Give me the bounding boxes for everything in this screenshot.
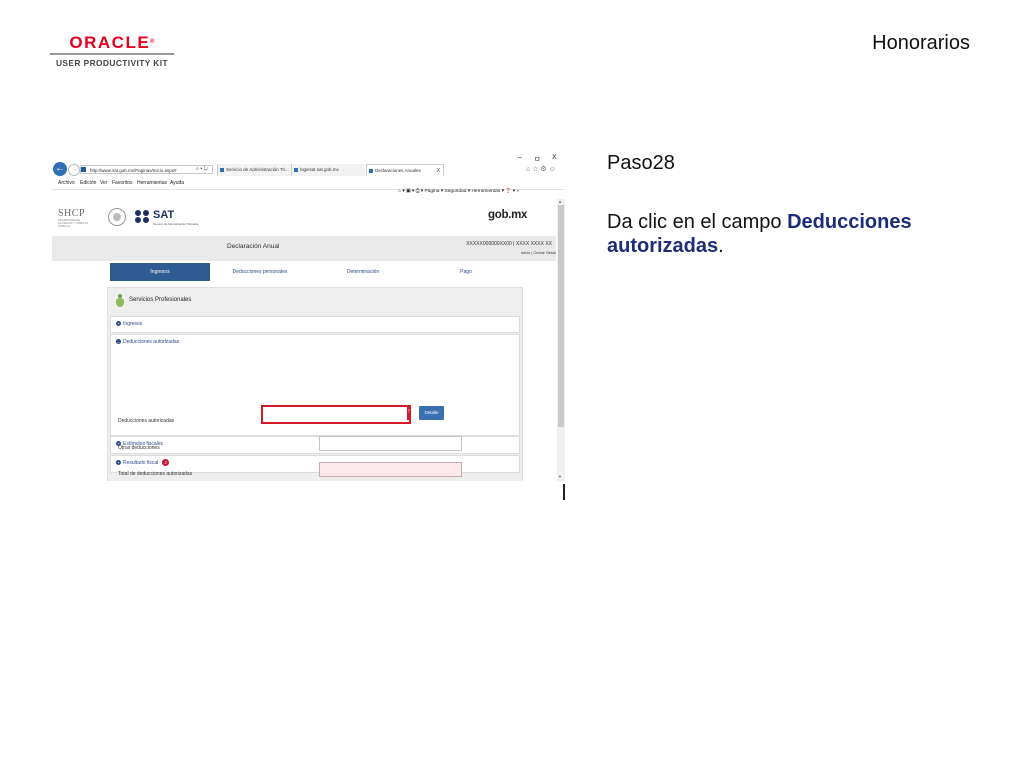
back-arrow-icon[interactable]: ← [53, 162, 67, 176]
scrollbar-thumb[interactable] [558, 205, 564, 427]
deducciones-autorizadas-input[interactable] [261, 405, 411, 424]
close-window-icon[interactable]: X [552, 154, 557, 161]
tab-declaraciones[interactable]: Declaraciones Anuales X [366, 164, 444, 176]
section-ingresos[interactable]: + Ingresos [110, 316, 520, 333]
tab-sat[interactable]: Servicio de Administración Tri... [217, 164, 291, 176]
menu-ayuda[interactable]: Ayuda [170, 179, 184, 187]
logo-divider [50, 53, 174, 55]
step-label: Paso28 [607, 152, 675, 174]
otras-deducciones-input[interactable] [319, 436, 462, 451]
text-cursor-icon [563, 484, 565, 500]
mexico-seal-icon [108, 208, 126, 226]
browser-screenshot: ← → http://www.sat.gob.mx/Paginas/Inicio… [52, 152, 565, 481]
tab-pago[interactable]: Pago [416, 263, 516, 281]
tab-loginsat[interactable]: loginsat.sat.gob.mx [291, 164, 365, 176]
menu-ver[interactable]: Ver [100, 179, 108, 187]
address-bar[interactable]: http://www.sat.gob.mx/Paginas/Inicio.asp… [80, 165, 213, 174]
tab-determinacion[interactable]: Determinación [310, 263, 416, 281]
menu-herramientas[interactable]: Herramientas [137, 179, 167, 187]
menu-archivo[interactable]: Archivo [58, 179, 75, 187]
home-favorites-settings-icons[interactable]: ⌂ ☆ ⚙ ☺ [526, 165, 556, 173]
minus-icon: – [116, 339, 121, 345]
tab-deducciones-personales[interactable]: Deducciones personales [210, 263, 310, 281]
error-count-badge: 2 [162, 459, 170, 466]
ie-tab-icon [220, 168, 224, 172]
label-total-deducciones: Total de deducciones autorizadas [118, 471, 193, 477]
menu-edicion[interactable]: Edición [80, 179, 96, 187]
browser-titlebar: ← → http://www.sat.gob.mx/Paginas/Inicio… [52, 152, 565, 178]
declaration-band: Declaración Anual XXXXX000000XX00 | XXXX… [52, 236, 556, 261]
scroll-down-icon[interactable]: ▼ [558, 474, 562, 479]
maximize-icon[interactable]: ㅁ [534, 154, 540, 164]
menu-favoritos[interactable]: Favoritos [112, 179, 133, 187]
tab-ingresos[interactable]: Ingresos [110, 263, 210, 281]
panel-title: Servicios Profesionales [129, 297, 192, 303]
close-tab-icon[interactable]: X [437, 165, 440, 176]
scroll-up-icon[interactable]: ▲ [558, 199, 562, 204]
command-bar[interactable]: ⌂ ▾ ▣ ▾ ⎙ ▾ Página ▾ Seguridad ▾ Herrami… [398, 188, 519, 194]
sat-subtitle: Servicio de Administración Tributaria [153, 222, 199, 226]
gov-header: SHCP SECRETARÍA DE HACIENDA Y CRÉDITO PÚ… [52, 199, 556, 237]
forward-arrow-icon[interactable]: → [68, 164, 80, 176]
leaf-icon [115, 294, 125, 307]
sat-wordmark: SAT [153, 209, 175, 221]
total-deducciones-input [319, 462, 462, 477]
product-name: USER PRODUCTIVITY KIT [55, 58, 168, 68]
shcp-logo: SHCP SECRETARÍA DE HACIENDA Y CRÉDITO PÚ… [58, 208, 89, 228]
web-page: SHCP SECRETARÍA DE HACIENDA Y CRÉDITO PÚ… [52, 199, 556, 481]
label-otras-deducciones: Otras deducciones [118, 445, 160, 451]
ie-tab-icon [294, 168, 298, 172]
gob-mx-logo[interactable]: gob.mx [488, 209, 527, 221]
site-favicon-icon [81, 167, 86, 172]
step-instruction: Da clic en el campo Deducciones autoriza… [607, 211, 912, 257]
servicios-profesionales-panel: Servicios Profesionales + Ingresos – Deduc… [107, 287, 523, 481]
sat-logo-icon [135, 210, 151, 224]
plus-icon: + [116, 460, 121, 465]
oracle-wordmark: ORACLE® [69, 33, 155, 52]
slide-title: Honorarios [872, 32, 970, 54]
address-bar-buttons[interactable]: ⌕ ▾ ↻ [196, 165, 208, 174]
ie-tab-icon [369, 169, 373, 173]
page-title: Declaración Anual [227, 243, 280, 250]
taxpayer-id: XXXXX000000XX00 | XXXX XXXX XX [466, 241, 552, 247]
plus-icon: + [116, 321, 121, 327]
minimize-icon[interactable]: – [518, 154, 522, 161]
detalle-button[interactable]: Detalle [419, 406, 444, 420]
label-deducciones-autorizadas: Deducciones autorizadas [118, 418, 175, 424]
panel-header: Servicios Profesionales [108, 288, 522, 314]
session-links[interactable]: Inicio | Cerrar Sesió [521, 250, 556, 255]
alert-icon: ! [407, 405, 411, 420]
upk-logo: ORACLE® USER PRODUCTIVITY KIT [50, 34, 174, 68]
